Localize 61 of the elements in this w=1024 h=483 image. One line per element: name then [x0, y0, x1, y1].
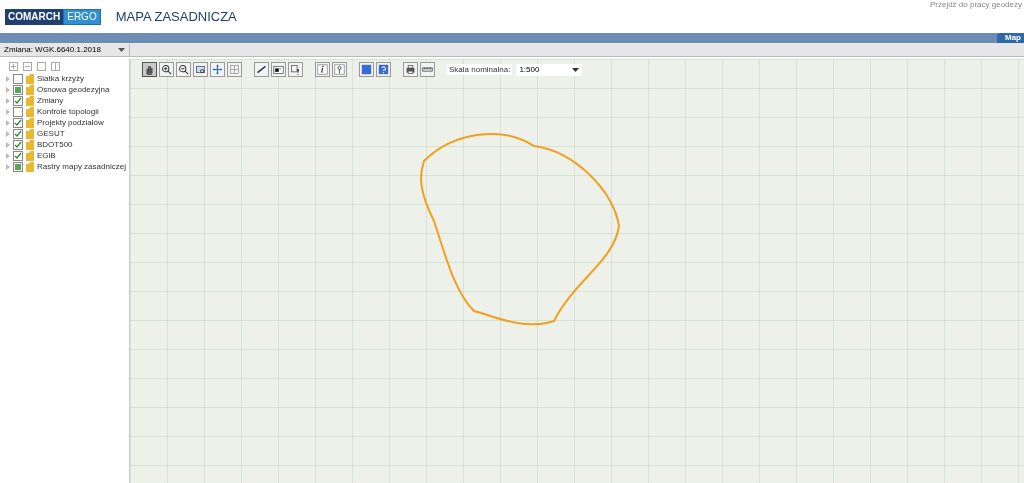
- layer-checkbox[interactable]: [13, 117, 23, 128]
- info-icon: [317, 64, 328, 75]
- layer-checkbox[interactable]: [13, 150, 23, 161]
- layer-label[interactable]: Zmiany: [37, 96, 64, 105]
- logo-brand: COMARCH: [5, 8, 64, 25]
- caret-icon: [118, 47, 125, 52]
- measure-line-icon: [256, 64, 267, 75]
- change-select[interactable]: Zmiana: WGK.6640.1.2018: [0, 43, 130, 56]
- area-tool-button[interactable]: [271, 62, 286, 77]
- layer-label[interactable]: Kontrole topologii: [37, 107, 99, 116]
- logo-product: ERGO: [63, 8, 101, 25]
- hand-icon: [144, 64, 155, 75]
- expand-icon[interactable]: [9, 62, 18, 71]
- layer-checkbox[interactable]: [13, 84, 23, 95]
- help-tool-button[interactable]: [376, 62, 391, 77]
- window-icon: [229, 64, 240, 75]
- zoom-out-icon: [178, 64, 189, 75]
- map-placeholder[interactable]: Skala nominalna: 1:500: [130, 59, 1024, 483]
- info-tool-button[interactable]: [315, 62, 330, 77]
- layer-label[interactable]: GESUT: [37, 129, 65, 138]
- layer-checkbox[interactable]: [13, 95, 23, 106]
- print-icon: [405, 64, 416, 75]
- layer-checkbox[interactable]: [13, 106, 23, 117]
- measure-line-tool-button[interactable]: [254, 62, 269, 77]
- collapse-icon[interactable]: [23, 62, 32, 71]
- layer-label[interactable]: Siatka krzyży: [37, 74, 85, 83]
- layer-label[interactable]: Rastry mapy zasadniczej: [37, 162, 126, 171]
- layer-label[interactable]: BDOT500: [37, 140, 73, 149]
- hand-tool-button[interactable]: [142, 62, 157, 77]
- area-icon: [273, 64, 284, 75]
- help-icon: [378, 64, 389, 75]
- window-tool-button[interactable]: [227, 62, 242, 77]
- scale-select[interactable]: 1:500: [516, 63, 583, 76]
- scale-label: Skala nominalna:: [447, 64, 513, 75]
- ruler-icon: [422, 64, 433, 75]
- move-arrows-tool-button[interactable]: [210, 62, 225, 77]
- square-icon[interactable]: [37, 62, 46, 71]
- pin-icon: [334, 64, 345, 75]
- pin-tool-button[interactable]: [332, 62, 347, 77]
- zoom-box-icon: [195, 64, 206, 75]
- zoom-in-tool-button[interactable]: [159, 62, 174, 77]
- print-tool-button[interactable]: [403, 62, 418, 77]
- top-link[interactable]: Przejdź do pracy geodezy: [929, 0, 1022, 9]
- zoom-box-tool-button[interactable]: [193, 62, 208, 77]
- layer-checkbox[interactable]: [13, 73, 23, 84]
- layer-icon: [361, 64, 372, 75]
- layer-checkbox[interactable]: [13, 128, 23, 139]
- panel-icon[interactable]: [51, 62, 60, 71]
- app-title: MAPA ZASADNICZA: [115, 9, 237, 24]
- zoom-out-tool-button[interactable]: [176, 62, 191, 77]
- ruler-tool-button[interactable]: [420, 62, 435, 77]
- layer-label[interactable]: Projekty podziałów: [37, 118, 104, 127]
- zoom-in-icon: [161, 64, 172, 75]
- layer-label[interactable]: Osnowa geodezyjna: [37, 85, 110, 94]
- layer-tool-button[interactable]: [359, 62, 374, 77]
- map-tab[interactable]: Map: [997, 33, 1024, 43]
- move-arrows-icon: [212, 64, 223, 75]
- caret-icon: [572, 67, 580, 72]
- layer-label[interactable]: EGiB: [37, 151, 56, 160]
- layer-checkbox[interactable]: [13, 139, 23, 150]
- layer-checkbox[interactable]: [13, 161, 23, 172]
